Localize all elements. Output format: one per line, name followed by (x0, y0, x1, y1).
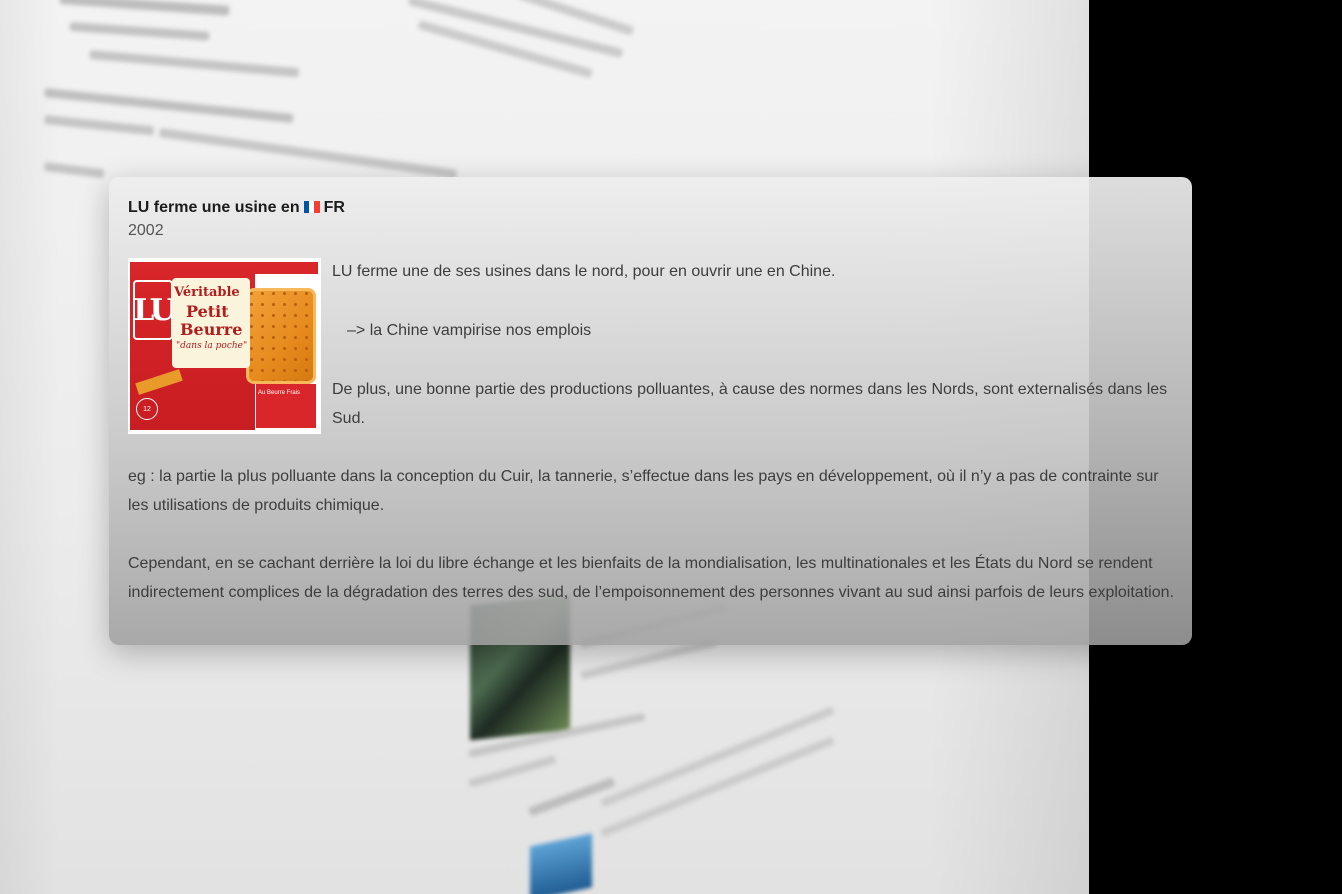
popup-country-code: FR (323, 199, 345, 216)
background-text-line (528, 777, 616, 817)
background-text-line (89, 50, 300, 78)
background-shade (0, 0, 60, 894)
count-badge: 12 (136, 398, 158, 420)
lu-petit-beurre-image: Au Beurre Frais LU Véritable Petit Beurr… (128, 258, 321, 434)
label-script: "dans la poche" (176, 341, 248, 351)
popup-title-text: LU ferme une usine en (128, 199, 300, 216)
label-line-beurre: Beurre (180, 320, 243, 339)
paragraph-plus: De plus, une bonne partie des production… (332, 381, 1168, 427)
box-side-text: Au Beurre Frais (258, 390, 301, 396)
flag-stripe-red (314, 201, 320, 213)
background-text-line (158, 128, 458, 179)
background-text-line (44, 115, 155, 136)
background-text-line (44, 88, 294, 124)
background-text-line (69, 22, 210, 41)
france-flag-icon (303, 201, 320, 213)
paragraph-example: eg : la partie la plus polluante dans la… (128, 468, 1159, 514)
paragraph-intro: LU ferme une de ses usines dans le nord,… (332, 263, 836, 280)
label-line-petit: Petit (186, 302, 229, 321)
background-thumbnail (530, 833, 592, 894)
screen: LU ferme une usine en FR 2002 Au Beurre … (0, 0, 1342, 894)
label-line-veritable: Véritable (174, 285, 240, 300)
paragraph-cependant: Cependant, en se cachant derrière la loi… (128, 555, 1174, 601)
lu-logo: LU (133, 280, 176, 340)
popup-title: LU ferme une usine en FR (128, 199, 345, 217)
background-text-line (468, 755, 557, 788)
biscuit-image (246, 288, 316, 384)
popup-year: 2002 (128, 222, 164, 239)
paragraph-arrow: –> la Chine vampirise nos emplois (347, 322, 592, 339)
event-popup-card[interactable]: LU ferme une usine en FR 2002 Au Beurre … (109, 177, 1192, 645)
background-text-line (59, 0, 230, 16)
